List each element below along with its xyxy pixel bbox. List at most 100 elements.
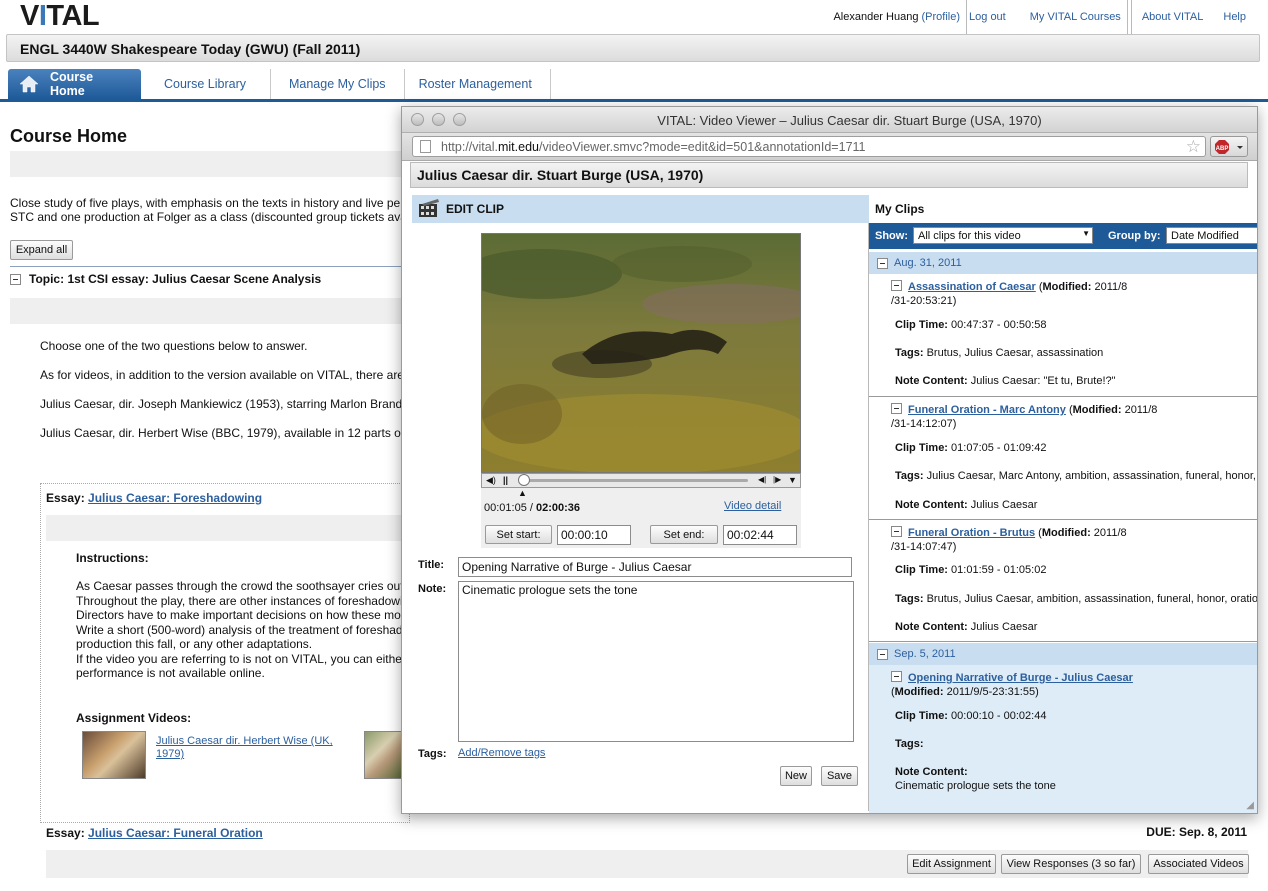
profile-link[interactable]: (Profile) <box>922 11 961 23</box>
adblock-icon: ABP <box>1215 140 1243 154</box>
tab-roster-management[interactable]: Roster Management <box>405 69 551 99</box>
video-frame <box>482 234 800 472</box>
clip-tags-label: Tags: <box>895 347 924 359</box>
tab-course-home[interactable]: Course Home <box>8 69 141 99</box>
description-line-1: Close study of five plays, with emphasis… <box>10 196 405 210</box>
vital-logo[interactable]: VITAL <box>20 0 100 33</box>
start-time-field[interactable]: 00:00:10 <box>557 525 631 545</box>
expand-all-button[interactable]: Expand all <box>10 240 73 260</box>
clip-title-link[interactable]: Funeral Oration - Brutus <box>908 527 1035 539</box>
scrubber-track[interactable] <box>520 479 748 482</box>
group-by-select[interactable]: Date Modified <box>1166 227 1257 244</box>
clip-tags-label: Tags: <box>895 470 924 482</box>
step-back-icon[interactable]: ◀| <box>758 475 766 484</box>
clip-title-link[interactable]: Funeral Oration - Marc Antony <box>908 404 1066 416</box>
divider <box>10 266 402 267</box>
scrubber-handle[interactable] <box>518 474 530 486</box>
pause-icon[interactable]: || <box>503 475 508 485</box>
save-button[interactable]: Save <box>821 766 858 786</box>
help-link[interactable]: Help <box>1223 11 1246 23</box>
clip-note-label: Note Content: <box>895 766 968 778</box>
collapse-icon[interactable] <box>877 648 888 660</box>
my-courses-link[interactable]: My VITAL Courses <box>1030 11 1121 23</box>
instruction-line: performance is not available online. <box>76 666 265 680</box>
clip-time-value: 01:07:05 - 01:09:42 <box>947 442 1047 454</box>
clip-tags-label: Tags: <box>895 593 924 605</box>
page-icon <box>420 140 431 153</box>
chevron-down-icon: ▼ <box>1082 229 1090 238</box>
url-rest: /videoViewer.smvc?mode=edit&id=501&annot… <box>538 139 866 154</box>
clip-time-label: Clip Time: <box>895 564 948 576</box>
clip-note: Note Content: <box>895 766 968 778</box>
modified-label: Modified: <box>1041 527 1091 539</box>
show-select[interactable]: All clips for this video ▼ <box>913 227 1093 244</box>
view-responses-button[interactable]: View Responses (3 so far) <box>1001 854 1141 874</box>
resize-grip-icon[interactable]: ◢ <box>1246 800 1254 811</box>
menu-down-icon[interactable]: ▼ <box>788 475 797 485</box>
step-forward-icon[interactable]: |▶ <box>773 475 781 484</box>
volume-icon[interactable]: ◀) <box>486 475 496 486</box>
collapse-icon[interactable] <box>891 526 902 537</box>
url-field[interactable]: http://vital. mit.edu/videoViewer.smvc?mo… <box>412 136 1206 157</box>
video-thumbnail[interactable] <box>364 731 402 779</box>
instructions-text: As Caesar passes through the crowd the s… <box>76 579 404 681</box>
collapse-icon[interactable] <box>891 403 902 414</box>
modified-date: 2011/9/5-23:31:55) <box>943 686 1039 698</box>
note-field[interactable]: Cinematic prologue sets the tone <box>458 581 854 742</box>
tab-course-library[interactable]: Course Library <box>141 69 271 99</box>
paragraph: As for videos, in addition to the versio… <box>40 368 404 382</box>
adblock-button[interactable]: ABP <box>1210 136 1248 157</box>
essay-2-prefix: Essay: <box>46 826 89 840</box>
clip-note-value: Julius Caesar <box>967 621 1038 633</box>
clip-tags: Tags: Julius Caesar, Marc Antony, ambiti… <box>895 470 1256 482</box>
video-controls: ◀) || ◀| |▶ ▼ <box>481 473 801 488</box>
video-player[interactable] <box>481 233 801 473</box>
clip-tags: Tags: Brutus, Julius Caesar, ambition, a… <box>895 593 1257 605</box>
video-detail-link[interactable]: Video detail <box>724 500 781 512</box>
description-line-2: STC and one production at Folger as a cl… <box>10 210 407 224</box>
clip-time-label: Clip Time: <box>895 319 948 331</box>
logout-link[interactable]: Log out <box>969 11 1006 23</box>
video-thumbnail[interactable] <box>82 731 146 779</box>
add-remove-tags-link[interactable]: Add/Remove tags <box>458 747 545 759</box>
new-button[interactable]: New <box>780 766 812 786</box>
clip-item: Assassination of Caesar (Modified: 2011/… <box>869 274 1257 397</box>
main-tabs: Course Home Course Library Manage My Cli… <box>8 69 551 99</box>
assignment-video-link[interactable]: Julius Caesar dir. Herbert Wise (UK, 197… <box>156 735 333 761</box>
marker-icon: ▲ <box>518 488 527 498</box>
assignment-videos-label: Assignment Videos: <box>76 711 192 725</box>
essay-2-due-date: DUE: Sep. 8, 2011 <box>1146 825 1247 839</box>
video-viewer-window: VITAL: Video Viewer – Julius Caesar dir.… <box>401 106 1258 814</box>
about-link[interactable]: About VITAL <box>1142 11 1204 23</box>
clip-note-value: Cinematic prologue sets the tone <box>895 780 1056 792</box>
essay-1-link[interactable]: Julius Caesar: Foreshadowing <box>88 491 262 505</box>
associated-videos-button[interactable]: Associated Videos <box>1148 854 1249 874</box>
tab-manage-clips[interactable]: Manage My Clips <box>271 69 405 99</box>
window-titlebar[interactable]: VITAL: Video Viewer – Julius Caesar dir.… <box>402 107 1257 133</box>
clip-title-link[interactable]: Assassination of Caesar <box>908 281 1036 293</box>
assignment-video-link-line-2[interactable]: 1979) <box>156 748 184 760</box>
date-group-header[interactable]: Aug. 31, 2011 <box>869 252 1257 274</box>
edit-assignment-button[interactable]: Edit Assignment <box>907 854 996 874</box>
set-end-button[interactable]: Set end: <box>650 525 718 544</box>
clip-tags-value: Julius Caesar, Marc Antony, ambition, as… <box>923 470 1256 482</box>
modified-date-cont: /31-20:53:21) <box>891 295 957 307</box>
clip-title-link[interactable]: Opening Narrative of Burge - Julius Caes… <box>908 672 1133 684</box>
collapse-icon[interactable] <box>877 257 888 269</box>
collapse-icon[interactable] <box>10 273 21 285</box>
collapse-icon[interactable] <box>891 671 902 682</box>
essay-2-link[interactable]: Julius Caesar: Funeral Oration <box>88 826 263 840</box>
collapse-icon[interactable] <box>891 280 902 291</box>
edit-clip-label: EDIT CLIP <box>446 202 505 216</box>
clips-filter-bar: Show: All clips for this video ▼ Group b… <box>869 223 1257 249</box>
bookmark-star-icon[interactable]: ☆ <box>1186 137 1201 156</box>
topic-heading[interactable]: Topic: 1st CSI essay: Julius Caesar Scen… <box>10 272 321 286</box>
title-field[interactable]: Opening Narrative of Burge - Julius Caes… <box>458 557 852 577</box>
set-start-button[interactable]: Set start: <box>485 525 552 544</box>
date-group-header[interactable]: Sep. 5, 2011 <box>869 643 1257 665</box>
assignment-video-link-line-1[interactable]: Julius Caesar dir. Herbert Wise (UK, <box>156 735 333 747</box>
end-time-field[interactable]: 00:02:44 <box>723 525 797 545</box>
clip-time-label: Clip Time: <box>895 442 948 454</box>
clip-time: Clip Time: 01:01:59 - 01:05:02 <box>895 564 1046 576</box>
group-by-label: Group by: <box>1108 230 1161 242</box>
